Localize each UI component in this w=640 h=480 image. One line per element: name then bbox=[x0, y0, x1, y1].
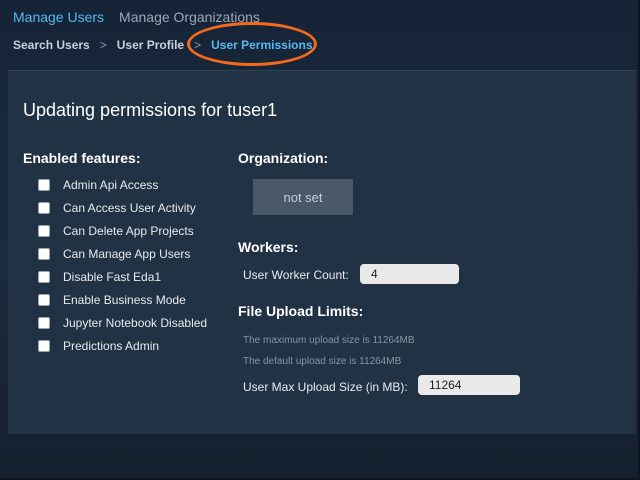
tab-manage-users[interactable]: Manage Users bbox=[13, 9, 104, 25]
feature-checkbox[interactable] bbox=[38, 316, 50, 329]
breadcrumb-user-profile[interactable]: User Profile bbox=[117, 38, 184, 52]
feature-checkbox[interactable] bbox=[38, 270, 50, 283]
breadcrumb-user-permissions: User Permissions bbox=[211, 38, 313, 52]
top-navigation: Manage Users Manage Organizations bbox=[13, 9, 260, 25]
workers-heading: Workers: bbox=[238, 239, 299, 255]
feature-predictions-admin[interactable]: Predictions Admin bbox=[38, 334, 207, 357]
feature-can-delete-app-projects[interactable]: Can Delete App Projects bbox=[38, 219, 207, 242]
feature-checkbox[interactable] bbox=[38, 339, 50, 352]
feature-enable-business-mode[interactable]: Enable Business Mode bbox=[38, 288, 207, 311]
feature-admin-api-access[interactable]: Admin Api Access bbox=[38, 173, 207, 196]
max-upload-size-label: User Max Upload Size (in MB): bbox=[243, 380, 408, 394]
feature-label: Admin Api Access bbox=[63, 177, 159, 192]
feature-checkbox[interactable] bbox=[38, 224, 50, 237]
feature-label: Predictions Admin bbox=[63, 338, 160, 353]
feature-label: Can Delete App Projects bbox=[63, 223, 194, 238]
breadcrumb-separator: > bbox=[99, 38, 107, 52]
feature-label: Enable Business Mode bbox=[63, 292, 186, 307]
feature-label: Jupyter Notebook Disabled bbox=[63, 315, 208, 330]
feature-can-manage-app-users[interactable]: Can Manage App Users bbox=[38, 242, 207, 265]
max-upload-note: The maximum upload size is 11264MB bbox=[243, 335, 415, 346]
feature-list: Admin Api Access Can Access User Activit… bbox=[38, 173, 207, 357]
file-upload-limits-heading: File Upload Limits: bbox=[238, 303, 364, 319]
feature-checkbox[interactable] bbox=[38, 178, 50, 191]
organization-heading: Organization: bbox=[238, 150, 329, 166]
organization-select-button[interactable]: not set bbox=[253, 179, 353, 215]
feature-disable-fast-eda1[interactable]: Disable Fast Eda1 bbox=[38, 265, 207, 288]
feature-checkbox[interactable] bbox=[38, 201, 50, 214]
tab-manage-organizations[interactable]: Manage Organizations bbox=[119, 9, 260, 25]
permissions-panel: Updating permissions for tuser1 Enabled … bbox=[8, 70, 636, 434]
page-title: Updating permissions for tuser1 bbox=[23, 100, 278, 120]
feature-checkbox[interactable] bbox=[38, 247, 50, 260]
feature-jupyter-notebook-disabled[interactable]: Jupyter Notebook Disabled bbox=[38, 311, 207, 334]
worker-count-label: User Worker Count: bbox=[243, 268, 349, 282]
worker-count-input[interactable] bbox=[360, 264, 459, 284]
feature-label: Can Access User Activity bbox=[63, 200, 196, 215]
breadcrumb-separator: > bbox=[194, 38, 202, 52]
app-window: Manage Users Manage Organizations Search… bbox=[0, 0, 640, 480]
feature-can-access-user-activity[interactable]: Can Access User Activity bbox=[38, 196, 207, 219]
breadcrumb: Search Users > User Profile > User Permi… bbox=[13, 38, 313, 52]
feature-label: Can Manage App Users bbox=[63, 246, 191, 261]
breadcrumb-search-users[interactable]: Search Users bbox=[13, 38, 90, 52]
default-upload-note: The default upload size is 11264MB bbox=[243, 356, 402, 367]
feature-label: Disable Fast Eda1 bbox=[63, 269, 162, 284]
enabled-features-heading: Enabled features: bbox=[23, 150, 141, 166]
max-upload-size-input[interactable] bbox=[418, 375, 520, 395]
feature-checkbox[interactable] bbox=[38, 293, 50, 306]
